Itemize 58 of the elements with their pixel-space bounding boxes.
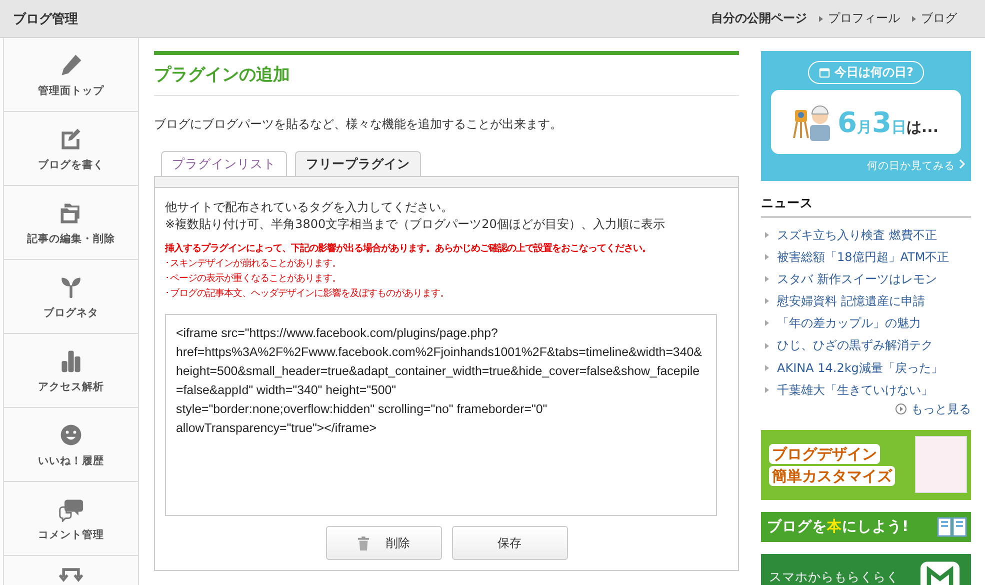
code-input-field[interactable]: <iframe src="https://www.facebook.com/plugins/page.php? href=https%3A%2F%2Fwww.facebook.com%2Fjoinhands1001%2F&tabs=timeline&width=340&height=500&small_header=true&adapt_container_width=true&hide_cover=false&show_facepile=false&appId" width="340" height="500" style="border:none;overflow:hidden" scrolling="no" frameborder="0" allowTransparency="true"></iframe> [165, 314, 717, 516]
warning-item: ･ブログの記事本文、ヘッダデザインに影響を及ぼすものがあります。 [165, 287, 450, 300]
triangle-icon [912, 16, 916, 22]
sidebar-item[interactable]: コメント管理 [4, 482, 138, 556]
app-title: ブログ管理 [13, 10, 78, 28]
header-link[interactable]: 自分の公開ページ [711, 10, 807, 27]
banner-text: ブログを本にしよう! [767, 518, 909, 536]
bubble-text: 今日は何の日? [834, 64, 914, 81]
description-text: ブログにブログパーツを貼るなど、様々な機能を追加することが出来ます。 [154, 116, 563, 133]
sidebar-item[interactable]: いいね！履歴 [4, 408, 138, 482]
triangle-icon [765, 276, 769, 282]
triangle-icon [765, 254, 769, 260]
banner-text: スマホからもらくらく [769, 568, 899, 585]
warning-text: 挿入するプラグインによって、下記の影響が出る場合があります。あらかじめご確認の上で設置をおこなってください。 [165, 242, 652, 255]
today-banner[interactable]: 今日は何の日? 6月 3 日は... 何の日か見てみる [761, 51, 971, 181]
triangle-icon [765, 232, 769, 238]
triangle-icon [765, 298, 769, 304]
news-link[interactable]: スタバ 新作スイーツはレモン [777, 268, 937, 290]
sidebar-item[interactable]: 記事の編集・削除 [4, 186, 138, 260]
news-link[interactable]: 「年の差カップル」の魅力 [777, 312, 921, 334]
warning-item: ･スキンデザインが崩れることがあります。 [165, 257, 342, 270]
page-title: プラグインの追加 [154, 51, 739, 96]
news-link[interactable]: ひじ、ひざの黒ずみ解消テク [777, 334, 933, 357]
warning-item: ･ページの表示が重くなることがあります。 [165, 272, 342, 285]
triangle-icon [765, 364, 769, 371]
news-link[interactable]: 千葉雄大「生きていけない」 [777, 378, 933, 401]
trash-icon [357, 536, 370, 550]
sidebar-item[interactable]: アクセス解析 [4, 334, 138, 408]
header-link[interactable]: プロフィール [819, 10, 900, 27]
chevron-right-icon [959, 159, 965, 169]
save-button[interactable]: 保存 [452, 526, 568, 560]
date-text: 6月 3 日は... [837, 106, 939, 138]
news-link[interactable]: スズキ立ち入り検査 燃費不正 [777, 224, 937, 246]
delete-button[interactable]: 削除 [326, 526, 442, 560]
instruction-text: 他サイトで配布されているタグを入力してください。 [165, 199, 454, 216]
sidebar-item[interactable]: ブログネタ [4, 260, 138, 334]
news-link[interactable]: AKINA 14.2kg減量「戻った」 [777, 356, 943, 379]
triangle-icon [819, 16, 823, 22]
header-link[interactable]: ブログ [912, 10, 957, 27]
instruction-text: ※複数貼り付け可、半角3800文字相当まで（ブログパーツ20個ほどが目安）、入力順に表示 [165, 216, 666, 233]
sidebar-item[interactable]: 管理面トップ [4, 38, 138, 112]
design-banner[interactable]: ブログデザイン 簡単カスタマイズ [761, 430, 971, 500]
tab[interactable]: プラグインリスト [161, 151, 287, 176]
calendar-icon [818, 67, 830, 78]
triangle-icon [765, 342, 769, 349]
sidebar-item[interactable]: ブログを書く [4, 112, 138, 186]
more-link[interactable]: もっと見る [895, 400, 971, 418]
screenshot-thumbnail [915, 436, 967, 494]
news-link[interactable]: 被害総額「18億円超」ATM不正 [777, 246, 950, 268]
banner-text: ブログデザイン 簡単カスタマイズ [769, 442, 895, 487]
triangle-icon [765, 320, 769, 326]
news-link[interactable]: 慰安婦資料 記憶遺産に申請 [777, 290, 925, 312]
triangle-icon [765, 386, 769, 393]
open-book-icon [937, 516, 967, 538]
play-circle-icon [895, 403, 907, 416]
tab[interactable]: フリープラグイン [295, 151, 421, 176]
news-heading: ニュース [761, 195, 971, 218]
mobile-banner[interactable]: スマホからもらくらく [761, 554, 971, 585]
